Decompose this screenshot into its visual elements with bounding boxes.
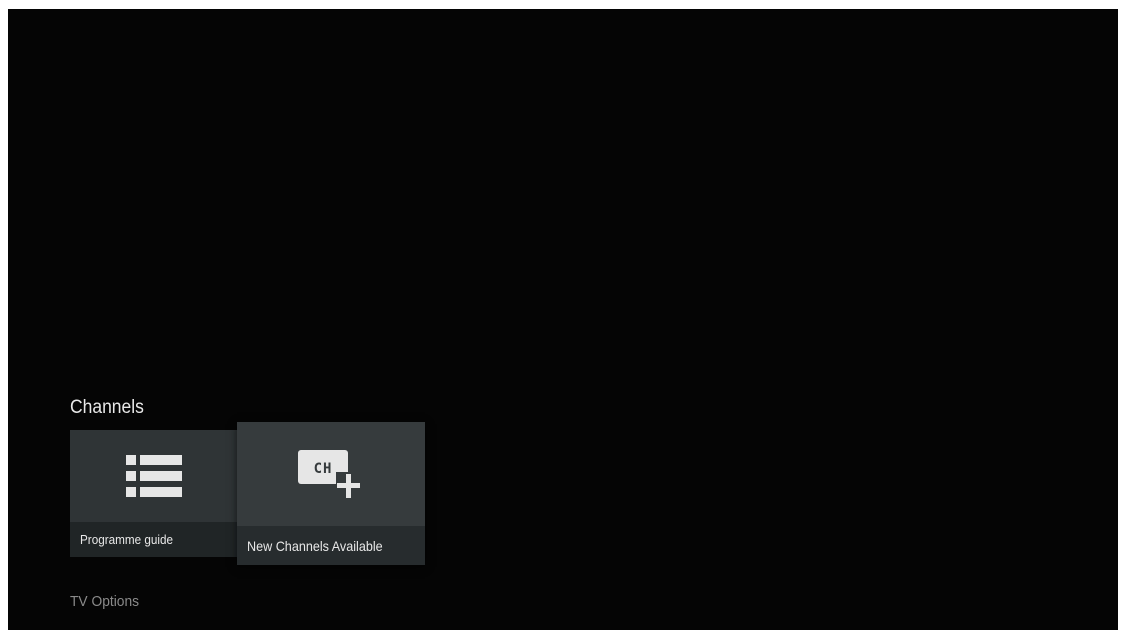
tv-options-row-label[interactable]: TV Options <box>70 593 139 610</box>
new-channels-label: New Channels Available <box>247 537 383 554</box>
ch-plus-icon: CH <box>298 450 362 498</box>
list-icon <box>126 455 182 497</box>
channels-section-title: Channels <box>70 397 144 418</box>
programme-guide-card[interactable]: Programme guide <box>70 430 238 557</box>
programme-guide-label-bar: Programme guide <box>70 522 238 557</box>
programme-guide-icon-area <box>70 430 238 522</box>
new-channels-icon-area: CH <box>237 422 425 526</box>
tv-home-screen: Channels Programme guide CH New Channels… <box>8 9 1118 630</box>
new-channels-card[interactable]: CH New Channels Available <box>237 422 425 565</box>
ch-icon-text: CH <box>314 461 333 477</box>
new-channels-label-bar: New Channels Available <box>237 526 425 565</box>
programme-guide-label: Programme guide <box>80 532 173 547</box>
